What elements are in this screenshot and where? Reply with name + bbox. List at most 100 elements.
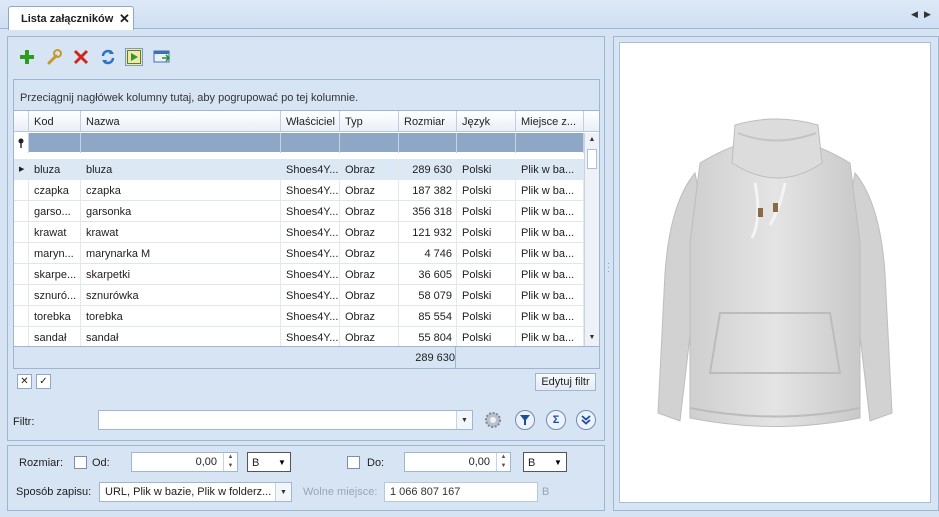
grid-rows: ▶ bluza bluza Shoes4Y... Obraz 289 630 Polski P… (14, 159, 584, 348)
cell-nazwa: marynarka M (81, 243, 281, 264)
scroll-thumb[interactable] (587, 149, 597, 169)
cell-jezyk: Polski (457, 327, 516, 348)
assign-window-icon[interactable] (153, 48, 171, 66)
row-indicator-header (14, 111, 29, 132)
size-from-checkbox[interactable] (74, 456, 87, 469)
filter-input[interactable]: ▼ (98, 410, 473, 430)
apply-filter-funnel-icon[interactable] (515, 410, 535, 430)
tab-scroll-right-icon[interactable]: ▶ (924, 9, 931, 20)
column-header-typ[interactable]: Typ (340, 111, 399, 132)
row-indicator[interactable] (14, 306, 29, 327)
auto-filter-row[interactable] (14, 133, 599, 153)
chevron-down-icon[interactable]: ▼ (456, 411, 472, 429)
row-indicator[interactable] (14, 327, 29, 348)
row-indicator[interactable] (14, 222, 29, 243)
table-row[interactable]: sznuró... sznurówka Shoes4Y... Obraz 58 079 P… (14, 285, 584, 306)
cell-wlasciciel: Shoes4Y... (281, 243, 340, 264)
table-row[interactable]: sandał sandał Shoes4Y... Obraz 55 804 Polski P… (14, 327, 584, 348)
table-row[interactable]: ▶ bluza bluza Shoes4Y... Obraz 289 630 Polski P… (14, 159, 584, 180)
spin-arrows-icon[interactable]: ▲ ▼ (223, 453, 237, 471)
refresh-icon[interactable] (99, 48, 117, 66)
filter-enable-checkbox[interactable]: ✓ (36, 374, 51, 389)
cell-nazwa: bluza (81, 159, 281, 180)
free-space-field: 1 066 807 167 (384, 482, 538, 502)
expand-double-chevron-icon[interactable] (576, 410, 596, 430)
free-space-unit: B (542, 486, 550, 498)
edit-filter-button[interactable]: Edytuj filtr (535, 373, 596, 391)
size-from-input[interactable]: 0,00 ▲ ▼ (131, 452, 238, 472)
panel-splitter-grip[interactable]: · · · (607, 260, 611, 278)
chevron-down-icon[interactable]: ▼ (550, 453, 566, 471)
cell-wlasciciel: Shoes4Y... (281, 222, 340, 243)
hoodie-image (657, 118, 893, 427)
cell-typ: Obraz (340, 159, 399, 180)
cell-typ: Obraz (340, 180, 399, 201)
scroll-up-icon[interactable]: ▲ (585, 133, 599, 147)
tab-attachments[interactable]: Lista załączników ✕ (8, 6, 134, 30)
filter-cell-nazwa[interactable] (81, 133, 281, 153)
cell-nazwa: sandał (81, 327, 281, 348)
filter-cell-jezyk[interactable] (457, 133, 516, 153)
cell-kod: sznuró... (29, 285, 81, 306)
clear-filter-button[interactable]: ✕ (17, 374, 32, 389)
table-row[interactable]: maryn... marynarka M Shoes4Y... Obraz 4 746 P… (14, 243, 584, 264)
filter-cell-miejsce[interactable] (516, 133, 584, 153)
free-space-value: 1 066 807 167 (390, 486, 461, 498)
row-indicator[interactable] (14, 243, 29, 264)
storage-select[interactable]: URL, Plik w bazie, Plik w folderz... ▼ (99, 482, 292, 502)
tab-scroll-left-icon[interactable]: ◀ (911, 9, 918, 20)
attachments-grid: Przeciągnij nagłówek kolumny tutaj, aby … (13, 79, 600, 369)
cell-nazwa: torebka (81, 306, 281, 327)
filter-cell-wlasciciel[interactable] (281, 133, 340, 153)
column-header-kod[interactable]: Kod (29, 111, 81, 132)
grid-footer: 289 630 (14, 346, 599, 369)
size-to-input[interactable]: 0,00 ▲ ▼ (404, 452, 511, 472)
size-from-value: 0,00 (195, 456, 217, 468)
settings-gear-icon[interactable] (483, 410, 503, 430)
filter-cell-rozmiar[interactable] (399, 133, 457, 153)
filter-cell-typ[interactable] (340, 133, 399, 153)
cell-nazwa: krawat (81, 222, 281, 243)
spin-arrows-icon[interactable]: ▲ ▼ (496, 453, 510, 471)
column-header-nazwa[interactable]: Nazwa (81, 111, 281, 132)
grid-header: Kod Nazwa Właściciel Typ Rozmiar Język M… (14, 111, 599, 132)
storage-label: Sposób zapisu: (16, 486, 92, 498)
edit-wrench-icon[interactable] (45, 48, 63, 66)
row-indicator[interactable] (14, 201, 29, 222)
storage-value: URL, Plik w bazie, Plik w folderz... (105, 486, 272, 498)
size-to-unit-select[interactable]: B ▼ (523, 452, 567, 472)
close-icon[interactable]: ✕ (119, 11, 130, 27)
row-indicator[interactable] (14, 285, 29, 306)
size-to-checkbox[interactable] (347, 456, 360, 469)
table-row[interactable]: skarpe... skarpetki Shoes4Y... Obraz 36 605 P… (14, 264, 584, 285)
row-indicator[interactable] (14, 264, 29, 285)
table-row[interactable]: garso... garsonka Shoes4Y... Obraz 356 318 Po… (14, 201, 584, 222)
add-icon[interactable] (18, 48, 36, 66)
vertical-scrollbar[interactable]: ▲ ▼ (584, 133, 599, 346)
current-row-indicator-icon[interactable]: ▶ (14, 159, 29, 180)
table-row[interactable]: krawat krawat Shoes4Y... Obraz 121 932 Polski… (14, 222, 584, 243)
scroll-down-icon[interactable]: ▼ (585, 331, 599, 345)
row-indicator[interactable] (14, 180, 29, 201)
column-header-jezyk[interactable]: Język (457, 111, 516, 132)
attachments-list-panel: Przeciągnij nagłówek kolumny tutaj, aby … (7, 36, 605, 441)
filter-cell-kod[interactable] (29, 133, 81, 153)
cell-kod: torebka (29, 306, 81, 327)
column-header-wlasciciel[interactable]: Właściciel (281, 111, 340, 132)
sum-sigma-icon[interactable]: Σ (546, 410, 566, 430)
cell-wlasciciel: Shoes4Y... (281, 264, 340, 285)
group-by-hint[interactable]: Przeciągnij nagłówek kolumny tutaj, aby … (14, 80, 599, 111)
chevron-down-icon[interactable]: ▼ (275, 483, 291, 501)
chevron-down-icon[interactable]: ▼ (274, 453, 290, 471)
delete-icon[interactable] (72, 48, 90, 66)
table-row[interactable]: czapka czapka Shoes4Y... Obraz 187 382 Polski… (14, 180, 584, 201)
cell-wlasciciel: Shoes4Y... (281, 306, 340, 327)
preview-play-icon[interactable] (125, 48, 143, 66)
size-from-unit-select[interactable]: B ▼ (247, 452, 291, 472)
column-header-miejsce[interactable]: Miejsce z... (516, 111, 584, 132)
cell-kod: skarpe... (29, 264, 81, 285)
cell-typ: Obraz (340, 327, 399, 348)
cell-nazwa: czapka (81, 180, 281, 201)
table-row[interactable]: torebka torebka Shoes4Y... Obraz 85 554 Polsk… (14, 306, 584, 327)
column-header-rozmiar[interactable]: Rozmiar (399, 111, 457, 132)
